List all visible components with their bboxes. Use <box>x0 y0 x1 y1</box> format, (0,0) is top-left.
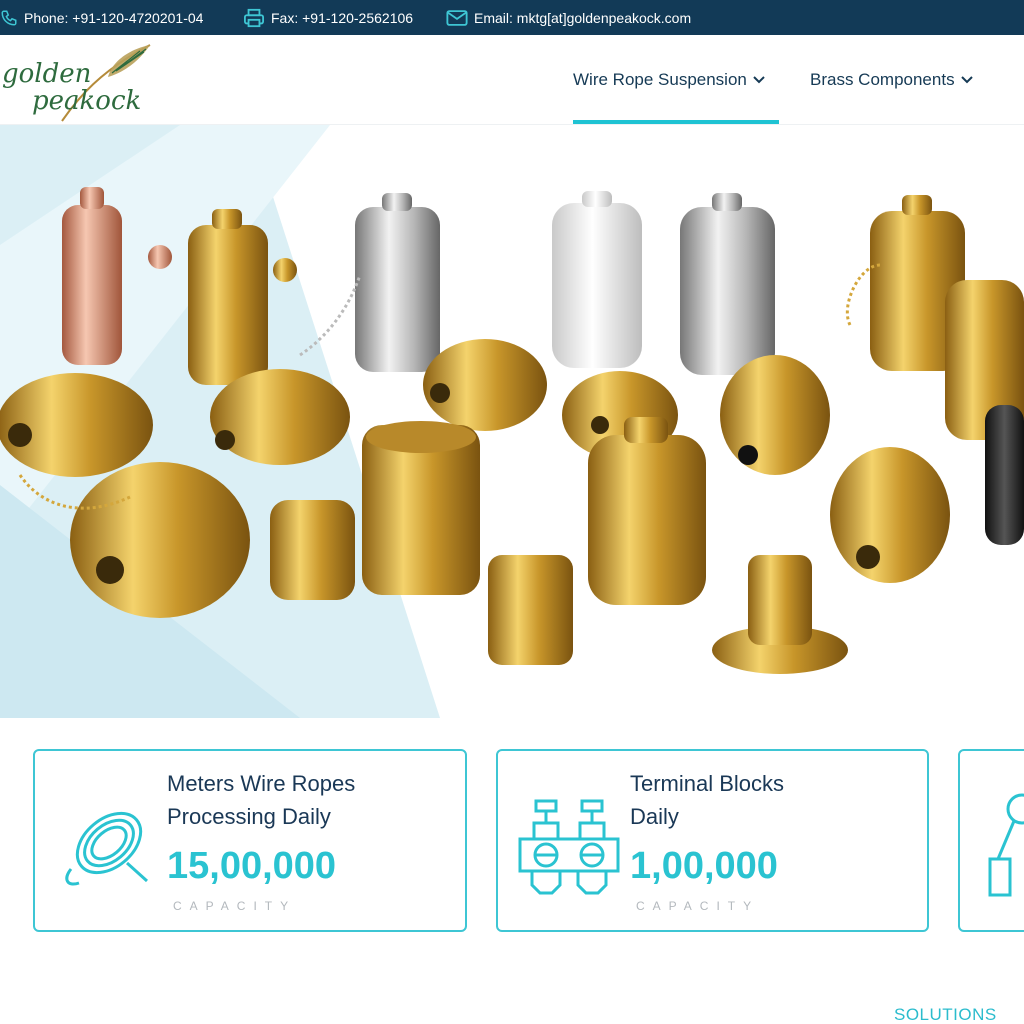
stat-card-wire-ropes: Meters Wire Ropes Processing Daily 15,00… <box>33 749 467 932</box>
fax-contact[interactable]: Fax: +91-120-2562106 <box>243 0 413 35</box>
nav-label: Wire Rope Suspension <box>573 70 747 89</box>
stat-caption: CAPACITY <box>636 899 760 913</box>
nav-wire-rope-suspension[interactable]: Wire Rope Suspension <box>573 35 779 125</box>
nav-label: Brass Components <box>810 70 955 89</box>
site-header: golden peakock Wire Rope Suspension Bras… <box>0 35 1024 125</box>
coiled-rope-icon <box>65 811 149 886</box>
phone-contact[interactable]: Phone: +91-120-4720201-04 <box>0 0 203 35</box>
chevron-down-icon <box>960 76 973 84</box>
phone-text: Phone: +91-120-4720201-04 <box>24 9 204 26</box>
phone-icon <box>1 10 17 26</box>
terminal-block-icon <box>518 799 620 895</box>
active-nav-indicator <box>573 120 779 124</box>
envelope-icon <box>446 9 468 26</box>
stat-caption: CAPACITY <box>173 899 297 913</box>
stat-value: 15,00,000 <box>167 845 337 887</box>
stat-card-terminal-blocks: Terminal Blocks Daily 1,00,000 CAPACITY <box>496 749 929 932</box>
fax-text: Fax: +91-120-2562106 <box>271 9 414 26</box>
printer-icon <box>244 8 264 27</box>
wire-gripper-icon <box>988 793 1024 897</box>
golden-peakock-logo[interactable]: golden peakock <box>0 43 170 123</box>
logo-word-golden: golden <box>2 59 91 89</box>
stat-value: 1,00,000 <box>630 845 778 887</box>
contact-bar: Phone: +91-120-4720201-04 Fax: +91-120-2… <box>0 0 1024 35</box>
stat-card-partial <box>958 749 1024 932</box>
email-text: Email: mktg[at]goldenpeakock.com <box>474 9 692 26</box>
solutions-heading: SOLUTIONS <box>894 1005 997 1024</box>
hero-banner <box>0 125 1024 718</box>
stat-title-line1: Meters Wire Ropes <box>167 771 356 796</box>
chevron-down-icon <box>753 76 765 84</box>
stat-title-line2: Daily <box>630 804 679 829</box>
brass-lamp-holders-image <box>0 125 1024 718</box>
email-contact[interactable]: Email: mktg[at]goldenpeakock.com <box>446 0 691 35</box>
stat-title-line1: Terminal Blocks <box>630 771 785 796</box>
logo-word-peakock: peakock <box>32 86 141 116</box>
nav-brass-components[interactable]: Brass Components <box>810 35 973 125</box>
stat-title-line2: Processing Daily <box>167 804 331 829</box>
